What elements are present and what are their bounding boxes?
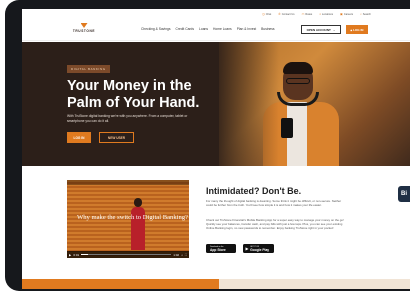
nav-item-business[interactable]: Business [261,27,274,31]
open-account-button[interactable]: OPEN ACCOUNT ⌄ [301,25,341,34]
video-controls: ▶ 0:01 1:02 ◖ ⛶ [67,251,189,258]
video-time-total: 1:02 [173,252,180,257]
logo-mark-icon [80,23,88,28]
video-title: Why make the switch to Digital Banking? [77,214,188,221]
login-button[interactable]: 🔒︎ LOG IN [346,25,368,34]
intimidated-section: Why make the switch to Digital Banking? … [22,166,410,279]
smartphone-icon [281,118,293,138]
main-nav: TRUSTONE Checking & Savings Credit Cards… [22,19,410,41]
utility-contact[interactable]: ✆ Contact Us [278,12,294,16]
video-player[interactable]: Why make the switch to Digital Banking? … [67,180,189,258]
footer-strip [22,279,410,289]
phone-icon: ✆ [278,12,281,16]
volume-icon[interactable]: ◖ [181,253,183,257]
play-icon[interactable]: ▶ [69,253,71,257]
utility-locations[interactable]: ⌖ Locations [319,12,333,16]
device-frame: ◷ Chat ✆ Contact Us ▭ Rates ⌖ Locations ▣ Car… [5,0,410,291]
play-store-icon: ▶ [245,246,249,251]
hero-photo [219,42,410,166]
video-time-current: 0:01 [73,252,80,257]
video-progress-bar[interactable] [81,254,172,255]
intimidated-paragraph-2: Check out TruStone Financial's Mobile Ba… [206,218,344,230]
nav-links: Checking & Savings Credit Cards Loans Ho… [141,27,275,31]
new-user-button[interactable]: NEW USER [99,132,134,143]
utility-chat[interactable]: ◷ Chat [262,12,271,16]
hero-description: With TruStone digital banking we're with… [67,114,188,123]
nav-item-credit-cards[interactable]: Credit Cards [176,27,195,31]
logo-wordmark: TRUSTONE [72,29,96,33]
pin-icon: ⌖ [319,12,321,16]
nav-item-checking[interactable]: Checking & Savings [141,27,171,31]
nav-item-home-loans[interactable]: Home Loans [213,27,232,31]
chevron-down-icon: ⌄ [332,27,336,32]
hero-banner: DIGITAL BANKING Your Money in the Palm o… [22,42,410,166]
hero-login-button[interactable]: LOG IN [67,132,91,143]
utility-rates[interactable]: ▭ Rates [302,12,313,16]
briefcase-icon: ▣ [340,12,343,16]
ticket-icon: ▭ [301,12,305,16]
utility-careers[interactable]: ▣ Careers [340,12,353,16]
google-play-button[interactable]: ▶ GET IT ON Google Play [243,244,274,253]
nav-item-loans[interactable]: Loans [199,27,208,31]
logo[interactable]: TRUSTONE [68,19,100,39]
nav-item-plan-invest[interactable]: Plan & Invest [237,27,256,31]
woman-figure [131,198,145,250]
hero-title: Your Money in the Palm of Your Hand. [67,78,200,111]
browser-screen: ◷ Chat ✆ Contact Us ▭ Rates ⌖ Locations ▣ Car… [22,9,410,289]
utility-search[interactable]: ⌕ Search [360,12,371,16]
search-icon: ⌕ [360,12,362,16]
intimidated-heading: Intimidated? Don't Be. [206,186,302,196]
clock-icon: ◷ [262,12,265,16]
fullscreen-icon[interactable]: ⛶ [185,253,187,257]
side-tab[interactable]: Bi [398,186,410,202]
lock-icon: 🔒︎ [350,27,353,32]
digital-banking-badge: DIGITAL BANKING [67,65,110,73]
intimidated-paragraph-1: For many the thought of digital banking … [206,199,342,207]
utility-bar: ◷ Chat ✆ Contact Us ▭ Rates ⌖ Locations ▣ Car… [22,9,410,19]
app-store-button[interactable]: Download on the App Store [206,244,236,253]
video-progress-fill [81,254,89,255]
